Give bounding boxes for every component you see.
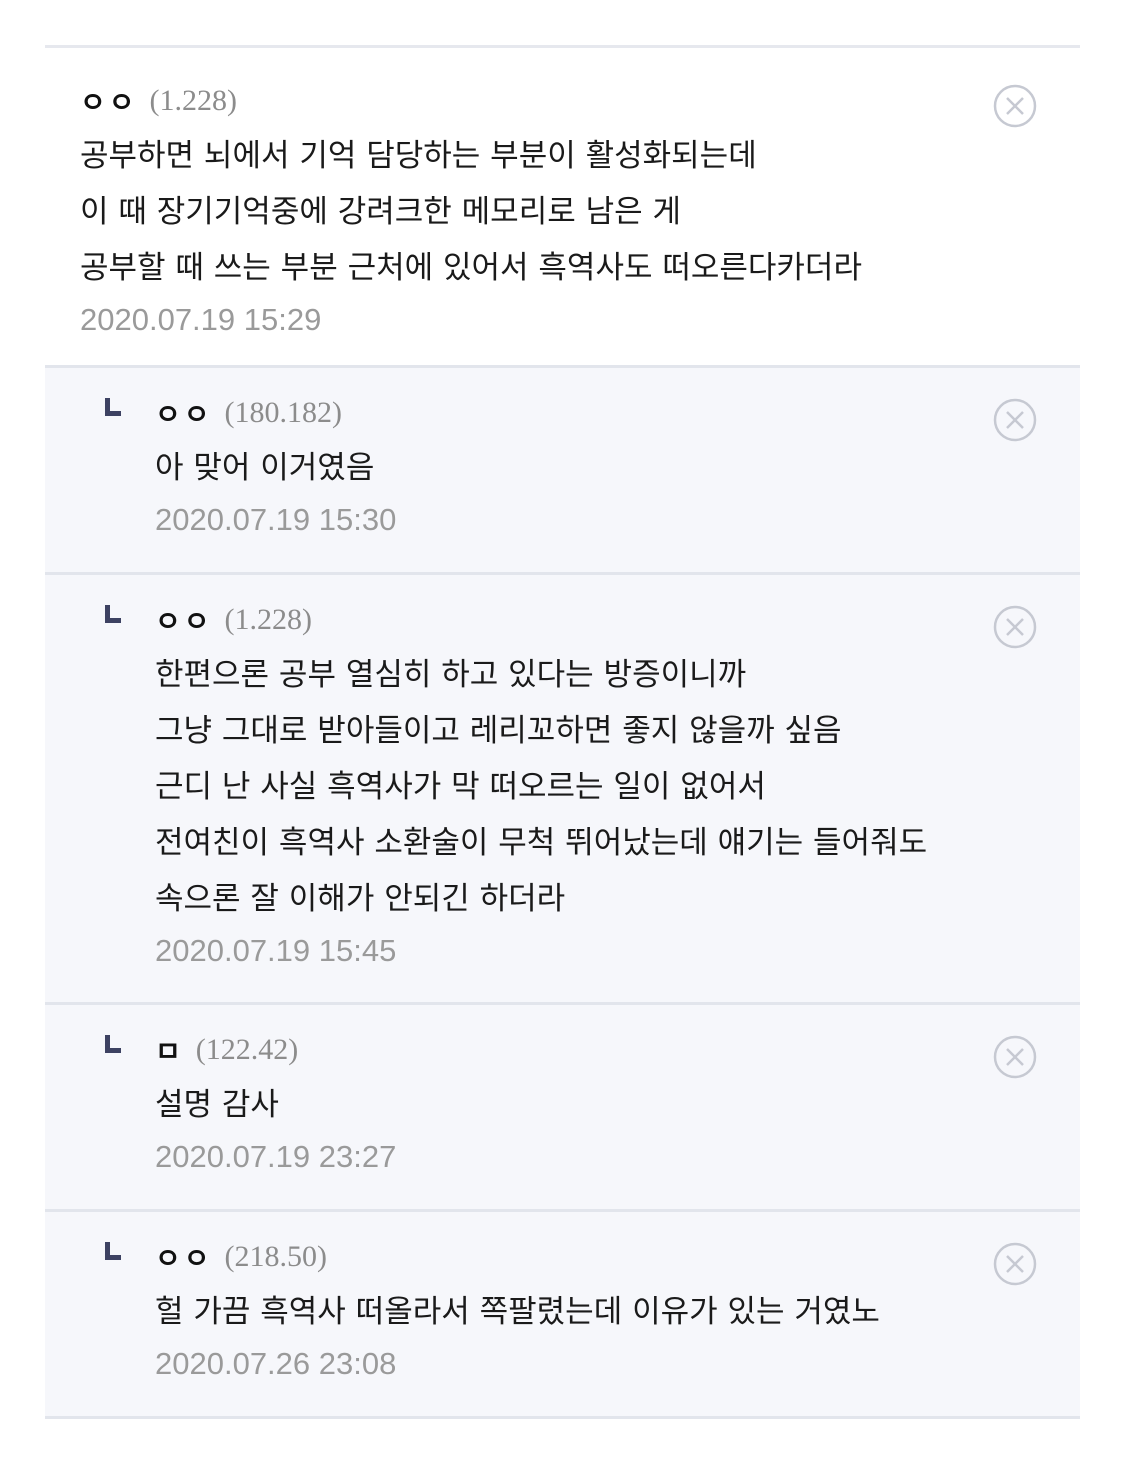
reply-item: ㅁ (122.42) 설명 감사 2020.07.19 23:27 xyxy=(45,1005,1080,1212)
reply-corner-icon xyxy=(105,1035,121,1053)
comment-ip: (1.228) xyxy=(224,603,313,636)
comment-text-line: 속으론 잘 이해가 안되긴 하더라 xyxy=(155,881,566,917)
comment-date: 2020.07.26 23:08 xyxy=(155,1346,397,1381)
comment-header: ㅇㅇ (1.228) xyxy=(80,78,1080,124)
comment-text: 아 맞어 이거였음 xyxy=(155,440,1080,496)
comment-text-line: 공부하면 뇌에서 기억 담당하는 부분이 활성화되는데 xyxy=(80,138,757,174)
comment-nickname[interactable]: ㅇㅇ xyxy=(155,1237,213,1277)
comment-text-line: 헐 가끔 흑역사 떠올라서 쪽팔렸는데 이유가 있는 거였노 xyxy=(155,1294,880,1330)
comment-text-line: 그냥 그대로 받아들이고 레리꼬하면 좋지 않을까 싶음 xyxy=(155,713,842,749)
comment-ip: (218.50) xyxy=(224,1240,328,1273)
comment-date: 2020.07.19 15:30 xyxy=(155,502,397,537)
delete-comment-button[interactable] xyxy=(993,398,1037,442)
close-circle-icon xyxy=(993,1035,1037,1079)
comment-nickname[interactable]: ㅁ xyxy=(155,1030,184,1070)
comment-text-line: 근디 난 사실 흑역사가 막 떠오르는 일이 없어서 xyxy=(155,769,766,805)
comment-nickname[interactable]: ㅇㅇ xyxy=(155,600,213,640)
comment-text: 설명 감사 xyxy=(155,1077,1080,1133)
reply-corner-icon xyxy=(105,398,121,416)
comment-nickname[interactable]: ㅇㅇ xyxy=(155,393,213,433)
comment-ip: (1.228) xyxy=(149,84,238,117)
comment-ip: (122.42) xyxy=(195,1033,299,1066)
comment-text-line: 아 맞어 이거였음 xyxy=(155,450,375,486)
reply-item: ㅇㅇ (180.182) 아 맞어 이거였음 2020.07.19 15:30 xyxy=(45,368,1080,575)
reply-corner-icon xyxy=(105,1242,121,1260)
comment-text-line: 한편으론 공부 열심히 하고 있다는 방증이니까 xyxy=(155,657,747,693)
comment-text-line: 전여친이 흑역사 소환술이 무척 뛰어났는데 얘기는 들어줘도 xyxy=(155,825,928,861)
comment-date: 2020.07.19 23:27 xyxy=(155,1139,397,1174)
comment-text-line: 설명 감사 xyxy=(155,1087,279,1123)
comment-text: 한편으론 공부 열심히 하고 있다는 방증이니까 그냥 그대로 받아들이고 레리… xyxy=(155,647,1080,927)
delete-comment-button[interactable] xyxy=(993,605,1037,649)
comment-header: ㅁ (122.42) xyxy=(155,1027,1080,1073)
close-circle-icon xyxy=(993,1242,1037,1286)
comment-text: 헐 가끔 흑역사 떠올라서 쪽팔렸는데 이유가 있는 거였노 xyxy=(155,1284,1080,1340)
reply-item: ㅇㅇ (218.50) 헐 가끔 흑역사 떠올라서 쪽팔렸는데 이유가 있는 거… xyxy=(45,1212,1080,1419)
comment-text-line: 이 때 장기기억중에 강려크한 메모리로 남은 게 xyxy=(80,194,682,230)
delete-comment-button[interactable] xyxy=(993,84,1037,128)
comment-date: 2020.07.19 15:45 xyxy=(155,933,397,968)
comment-date: 2020.07.19 15:29 xyxy=(80,302,322,337)
close-circle-icon xyxy=(993,398,1037,442)
delete-comment-button[interactable] xyxy=(993,1242,1037,1286)
reply-corner-icon xyxy=(105,605,121,623)
comment-list: ㅇㅇ (1.228) 공부하면 뇌에서 기억 담당하는 부분이 활성화되는데 이… xyxy=(45,45,1080,1419)
close-circle-icon xyxy=(993,84,1037,128)
comment-text-line: 공부할 때 쓰는 부분 근처에 있어서 흑역사도 떠오른다카더라 xyxy=(80,250,862,286)
reply-item: ㅇㅇ (1.228) 한편으론 공부 열심히 하고 있다는 방증이니까 그냥 그… xyxy=(45,575,1080,1005)
close-circle-icon xyxy=(993,605,1037,649)
comment-header: ㅇㅇ (218.50) xyxy=(155,1234,1080,1280)
comment-item: ㅇㅇ (1.228) 공부하면 뇌에서 기억 담당하는 부분이 활성화되는데 이… xyxy=(45,48,1080,368)
comment-header: ㅇㅇ (180.182) xyxy=(155,390,1080,436)
comment-nickname[interactable]: ㅇㅇ xyxy=(80,81,138,121)
comment-ip: (180.182) xyxy=(224,396,343,429)
comment-text: 공부하면 뇌에서 기억 담당하는 부분이 활성화되는데 이 때 장기기억중에 강… xyxy=(80,128,1080,296)
comment-header: ㅇㅇ (1.228) xyxy=(155,597,1080,643)
delete-comment-button[interactable] xyxy=(993,1035,1037,1079)
